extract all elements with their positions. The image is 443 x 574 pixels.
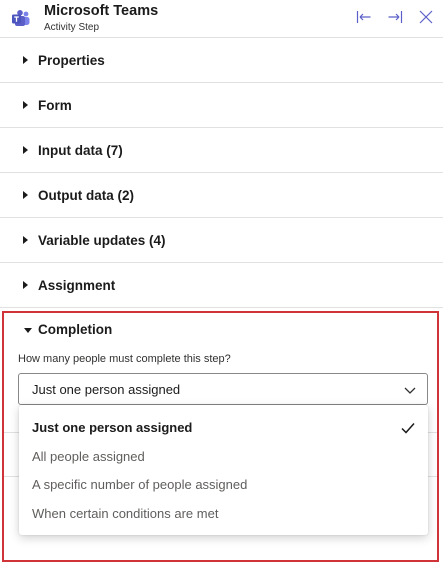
option-just-one-person[interactable]: Just one person assigned — [19, 414, 428, 442]
option-label: When certain conditions are met — [32, 506, 219, 521]
option-label: Just one person assigned — [32, 420, 193, 435]
option-label: A specific number of people assigned — [32, 477, 248, 492]
completion-dropdown[interactable]: Just one person assigned — [18, 373, 428, 405]
caret-right-icon — [23, 146, 28, 154]
section-label: Variable updates (4) — [38, 232, 166, 248]
teams-logo-icon — [12, 10, 30, 26]
app-title: Microsoft Teams — [44, 3, 159, 19]
expand-right-button[interactable] — [386, 8, 404, 26]
expand-right-icon — [388, 11, 403, 23]
section-completion[interactable]: Completion — [4, 313, 437, 347]
option-specific-number[interactable]: A specific number of people assigned — [19, 471, 428, 499]
chevron-down-icon — [404, 387, 416, 394]
option-label: All people assigned — [32, 449, 145, 464]
caret-right-icon — [23, 281, 28, 289]
close-icon — [419, 10, 433, 24]
section-label: Form — [38, 97, 72, 113]
option-certain-conditions[interactable]: When certain conditions are met — [19, 500, 428, 528]
app-subtitle: Activity Step — [44, 22, 100, 33]
section-properties[interactable]: Properties — [0, 38, 443, 83]
section-label: Assignment — [38, 277, 116, 293]
caret-down-icon — [24, 328, 32, 333]
caret-right-icon — [23, 56, 28, 64]
checkmark-icon — [401, 423, 415, 434]
section-form[interactable]: Form — [0, 83, 443, 128]
section-input-data[interactable]: Input data (7) — [0, 128, 443, 173]
collapse-left-button[interactable] — [355, 8, 373, 26]
caret-right-icon — [23, 191, 28, 199]
panel-header: Microsoft Teams Activity Step — [0, 0, 443, 38]
section-variable-updates[interactable]: Variable updates (4) — [0, 218, 443, 263]
section-label: Output data (2) — [38, 187, 134, 203]
collapse-left-icon — [356, 11, 371, 23]
section-assignment[interactable]: Assignment — [0, 263, 443, 308]
section-output-data[interactable]: Output data (2) — [0, 173, 443, 218]
caret-right-icon — [23, 236, 28, 244]
caret-right-icon — [23, 101, 28, 109]
completion-options-listbox: Just one person assigned All people assi… — [19, 405, 428, 535]
close-button[interactable] — [417, 8, 435, 26]
section-label: Completion — [38, 322, 113, 337]
completion-dropdown-value: Just one person assigned — [32, 382, 181, 397]
section-label: Properties — [38, 52, 105, 68]
section-label: Input data (7) — [38, 142, 123, 158]
option-all-people[interactable]: All people assigned — [19, 443, 428, 471]
completion-question-label: How many people must complete this step? — [18, 353, 231, 365]
